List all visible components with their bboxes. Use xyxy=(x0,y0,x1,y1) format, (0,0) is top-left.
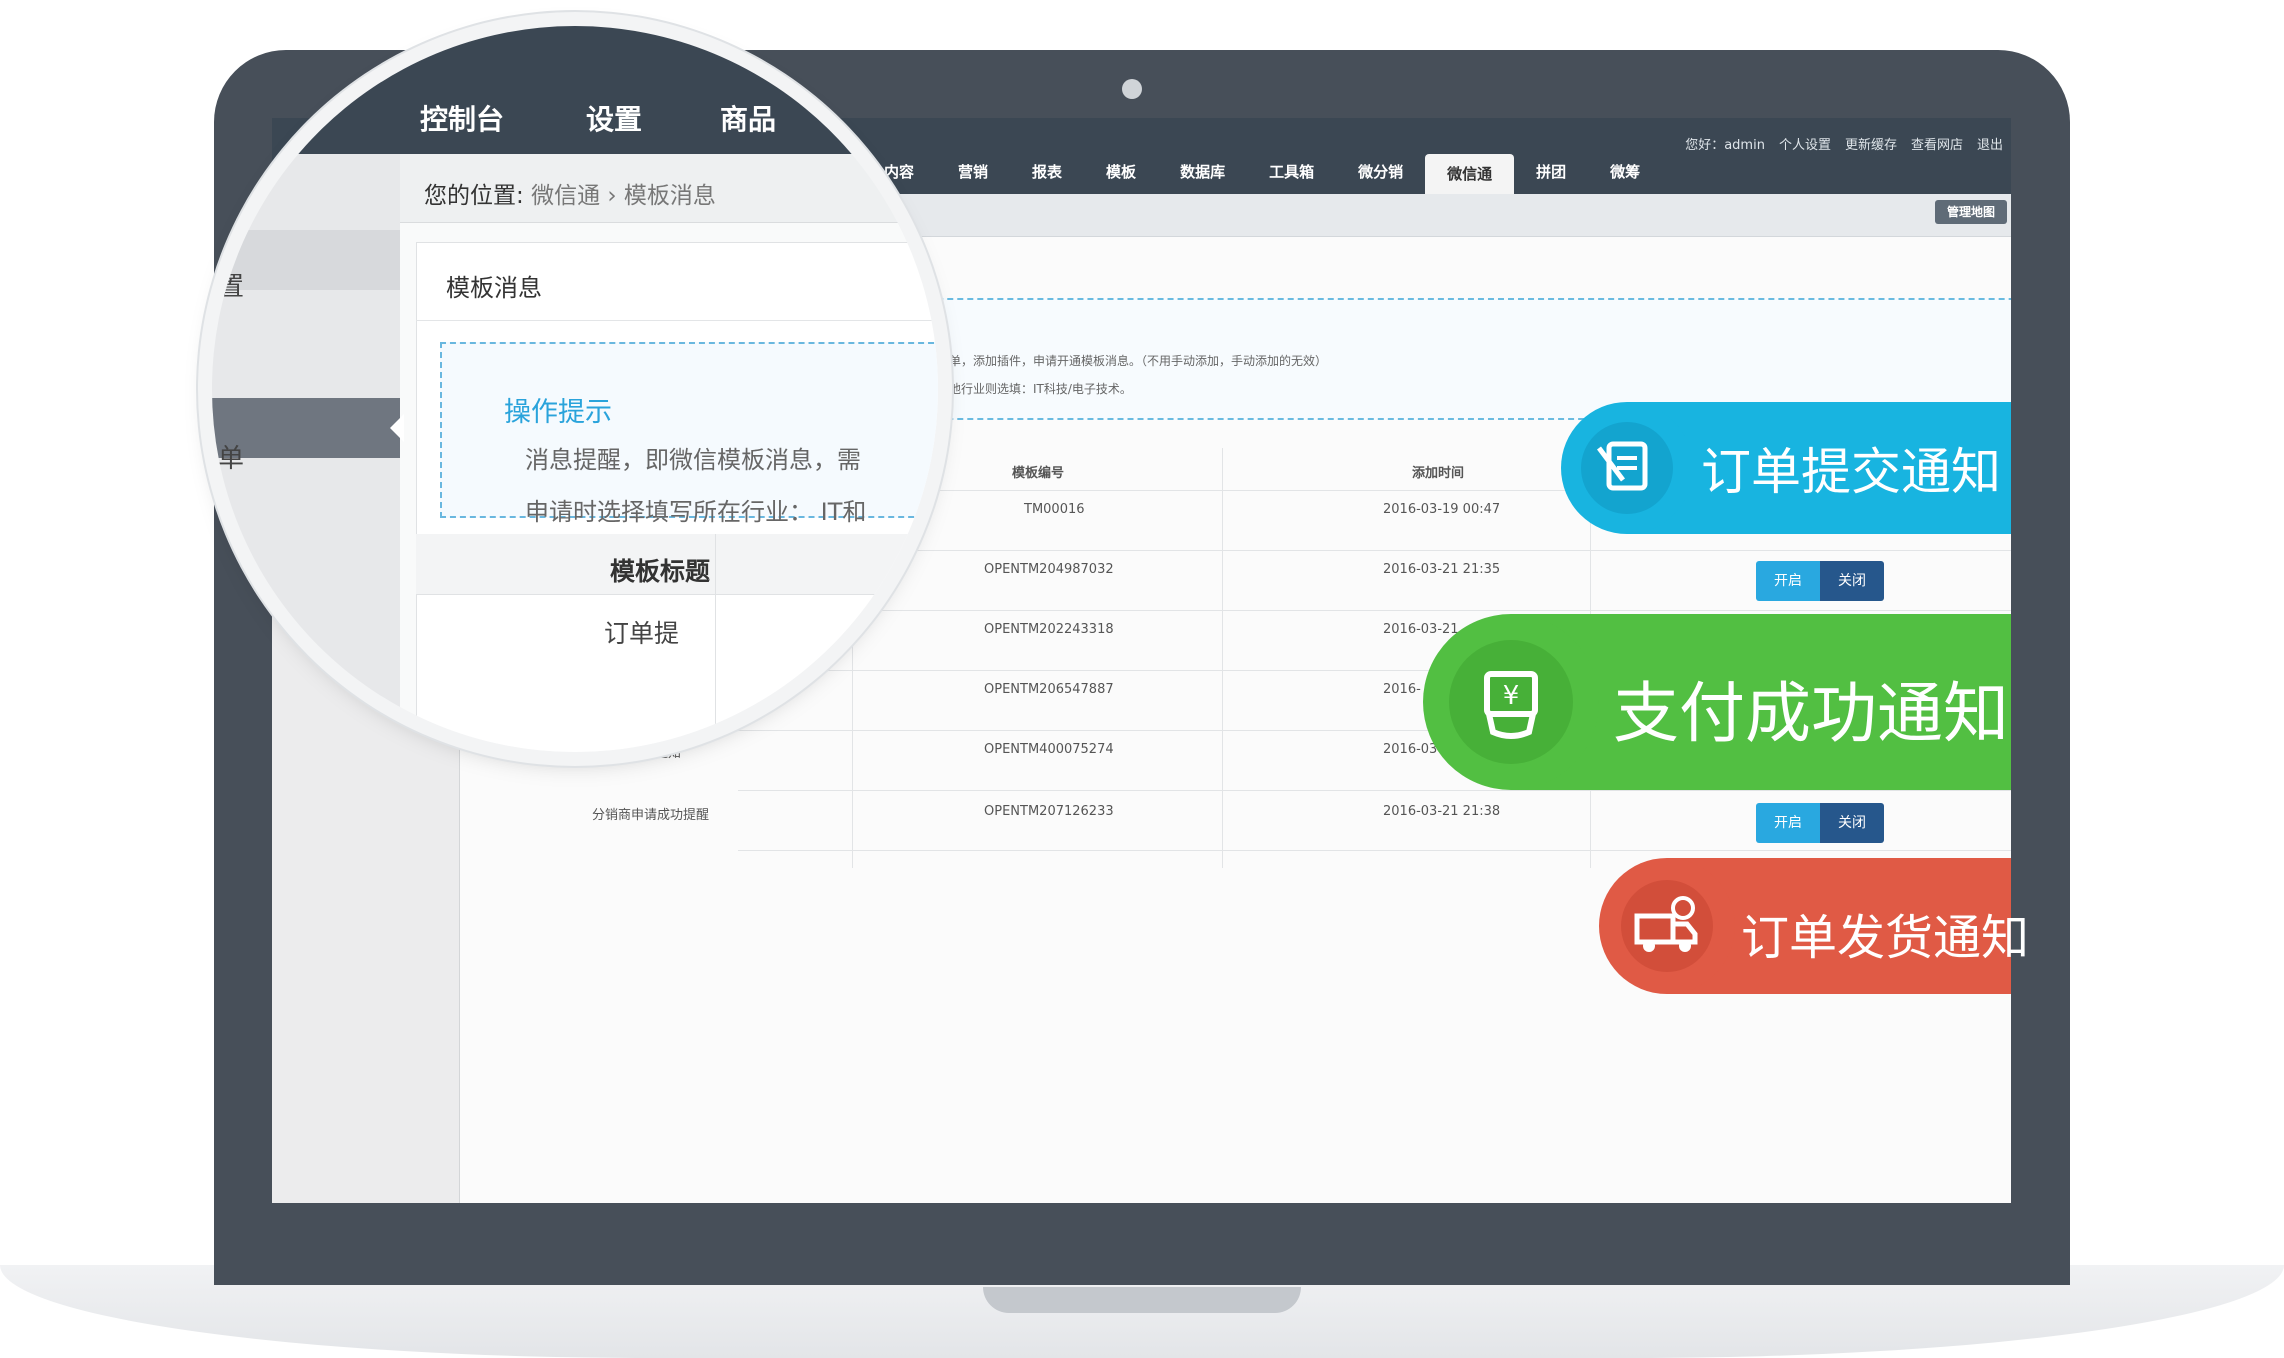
tip-line: 申请时选择填写所在行业： IT和 xyxy=(525,498,867,526)
tip-line: 他行业则选填：IT科技/电子技术。 xyxy=(949,382,1132,396)
table-cell-time: 2016- xyxy=(1383,682,1421,697)
laptop-notch xyxy=(983,1287,1301,1313)
order-delivery-badge: 订单发货通知 xyxy=(1599,858,2029,994)
tip-line: 单，添加插件，申请开通模板消息。（不用手动添加，手动添加的无效） xyxy=(949,354,1328,368)
table-row-divider xyxy=(738,850,2011,851)
tips-title: 操作提示 xyxy=(504,397,612,428)
breadcrumb-current: 模板消息 xyxy=(623,183,716,209)
camera-icon xyxy=(1122,79,1142,99)
breadcrumb-label: 您的位置: xyxy=(424,183,524,209)
delivery-truck-icon xyxy=(1621,880,1713,972)
badge-label: 订单提交通知 xyxy=(1701,443,2001,501)
table-col-divider xyxy=(1222,448,1223,868)
nav-item-products[interactable]: 商品 xyxy=(720,98,776,138)
table-cell-title: 分销商申请成功提醒 xyxy=(592,808,710,823)
table-cell-time: 2016-03-19 00:47 xyxy=(1383,502,1501,517)
main-nav: 内容 营销 报表 模板 数据库 工具箱 微分销 微信通 拼团 微筹 xyxy=(862,150,1662,194)
nav-item-wechat[interactable]: 微信通 xyxy=(1425,154,1515,194)
nav-item-group-buy[interactable]: 拼团 xyxy=(1514,150,1588,194)
sidebar-item-label: 单 xyxy=(218,444,245,474)
magnifier-content: 控制台 设置 商品 置 单 您的位置: 微信通 › 模板消息 模板消息 操作提示… xyxy=(212,26,938,752)
link-view-store[interactable]: 查看网店 xyxy=(1911,134,1963,153)
badge-label: 支付成功通知 xyxy=(1613,675,2009,752)
manage-map-button[interactable]: 管理地图 xyxy=(1935,200,2007,224)
table-cell-code: OPENTM202243318 xyxy=(984,622,1114,637)
badge-label: 订单发货通知 xyxy=(1741,910,2030,966)
breadcrumb-link-wechat[interactable]: 微信通 xyxy=(531,183,600,209)
magnified-top-bar xyxy=(212,26,938,154)
table-cell-code: OPENTM400075274 xyxy=(984,742,1114,757)
panel-title: 模板消息 xyxy=(446,274,542,302)
table-cell-time: 2016-03-21 21:38 xyxy=(1383,804,1501,819)
table-cell-code: OPENTM204987032 xyxy=(984,562,1114,577)
magnifier-lens: 控制台 设置 商品 置 单 您的位置: 微信通 › 模板消息 模板消息 操作提示… xyxy=(212,26,938,752)
table-cell-code: TM00016 xyxy=(1024,502,1085,517)
breadcrumb-separator: › xyxy=(607,183,617,209)
svg-text:¥: ¥ xyxy=(1503,681,1520,711)
payment-success-icon: ¥ xyxy=(1449,640,1573,764)
nav-item-reports[interactable]: 报表 xyxy=(1010,150,1084,194)
table-cell-time: 2016-03-21 21:35 xyxy=(1383,562,1501,577)
nav-item-marketing[interactable]: 营销 xyxy=(936,150,1010,194)
table-cell-code: OPENTM207126233 xyxy=(984,804,1114,819)
link-refresh-cache[interactable]: 更新缓存 xyxy=(1845,134,1897,153)
table-row-divider xyxy=(738,790,2011,791)
order-submit-badge: 订单提交通知 xyxy=(1561,402,2011,534)
toggle-on-button[interactable]: 开启 xyxy=(1756,803,1820,843)
column-header-time: 添加时间 xyxy=(1412,466,1465,481)
table-cell-title: 订单提 xyxy=(604,619,680,648)
template-toggle[interactable]: 开启 关闭 xyxy=(1756,561,1884,601)
nav-item-settings[interactable]: 设置 xyxy=(586,98,642,138)
panel-divider xyxy=(416,320,938,321)
sidebar-pointer-icon xyxy=(390,414,404,442)
toggle-on-button[interactable]: 开启 xyxy=(1756,561,1820,601)
tip-line: 消息提醒，即微信模板消息，需 xyxy=(525,446,861,474)
table-col-divider xyxy=(715,534,716,752)
toggle-off-button[interactable]: 关闭 xyxy=(1820,561,1884,601)
sidebar-item-label: 置 xyxy=(218,272,245,302)
table-cell-code: OPENTM206547887 xyxy=(984,682,1114,697)
nav-item-toolbox[interactable]: 工具箱 xyxy=(1247,150,1336,194)
user-greeting: 您好：admin xyxy=(1685,138,1765,153)
order-submit-icon xyxy=(1581,422,1673,514)
template-toggle[interactable]: 开启 关闭 xyxy=(1756,803,1884,843)
nav-item-distribution[interactable]: 微分销 xyxy=(1336,150,1425,194)
payment-success-badge: ¥ 支付成功通知 xyxy=(1423,614,2011,790)
user-links: 您好：admin 个人设置 更新缓存 查看网店 退出 xyxy=(1685,134,2003,153)
breadcrumb: 您的位置: 微信通 › 模板消息 xyxy=(424,176,716,210)
toggle-off-button[interactable]: 关闭 xyxy=(1820,803,1884,843)
column-header-title: 模板标题 xyxy=(610,557,711,586)
column-header-code: 模板编号 xyxy=(1012,466,1065,481)
nav-item-database[interactable]: 数据库 xyxy=(1158,150,1247,194)
nav-item-crowdfunding[interactable]: 微筹 xyxy=(1588,150,1662,194)
nav-item-templates[interactable]: 模板 xyxy=(1084,150,1158,194)
link-logout[interactable]: 退出 xyxy=(1977,134,2003,153)
nav-item-console[interactable]: 控制台 xyxy=(420,98,504,138)
link-profile-settings[interactable]: 个人设置 xyxy=(1779,134,1831,153)
